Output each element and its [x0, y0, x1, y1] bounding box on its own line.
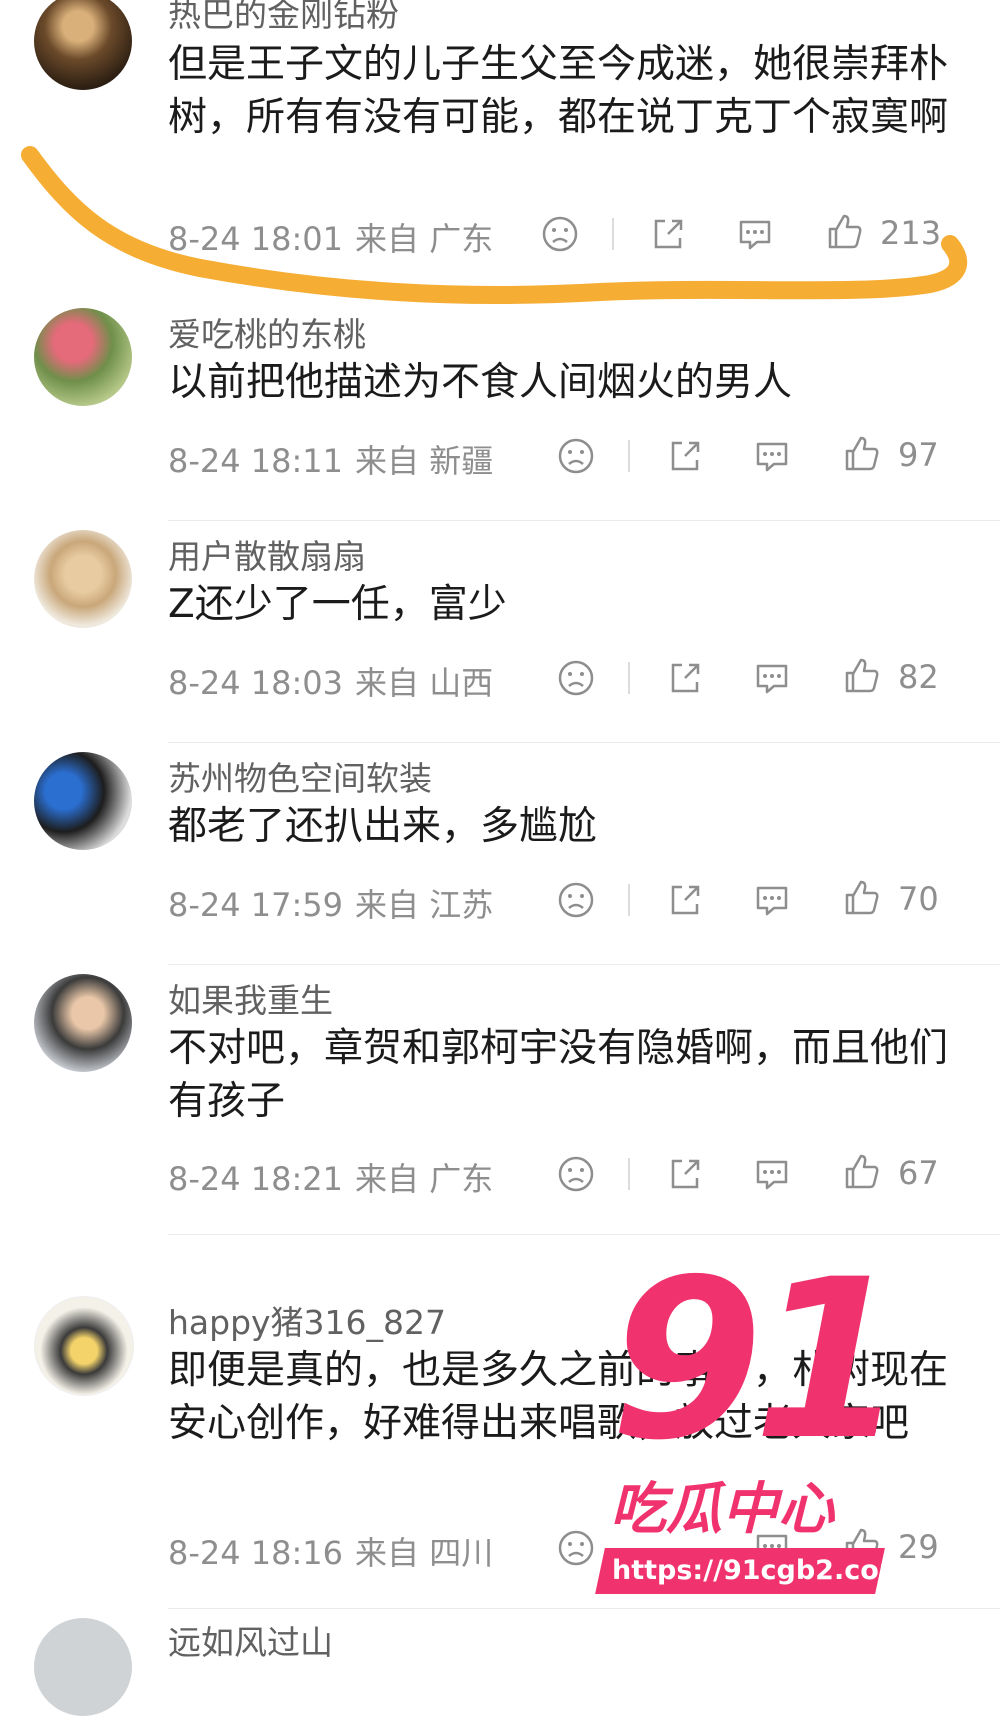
- comment-text: Z还少了一任，富少: [168, 582, 507, 627]
- comment-meta: 8-24 18:11 来自 新疆: [168, 436, 493, 482]
- dislike-icon[interactable]: [556, 436, 596, 476]
- dislike-icon[interactable]: [556, 658, 596, 698]
- comment-username[interactable]: 苏州物色空间软装: [168, 752, 432, 800]
- comment-username[interactable]: 如果我重生: [168, 974, 333, 1022]
- avatar[interactable]: [34, 752, 132, 850]
- comment-location: 来自 四川: [355, 1534, 494, 1572]
- like-count: 70: [898, 880, 939, 918]
- like-icon[interactable]: [842, 1152, 882, 1192]
- avatar[interactable]: [34, 530, 132, 628]
- comment-username[interactable]: 爱吃桃的东桃: [168, 308, 366, 356]
- divider: [168, 520, 1000, 521]
- watermark-number: 91: [610, 1232, 906, 1488]
- comment-meta: 8-24 18:21 来自 广东: [168, 1154, 493, 1200]
- like-icon[interactable]: [842, 434, 882, 474]
- like-count: 97: [898, 436, 939, 474]
- comment-location: 来自 广东: [355, 1160, 494, 1198]
- avatar[interactable]: [34, 974, 132, 1072]
- comment-meta: 8-24 18:16 来自 四川: [168, 1528, 493, 1574]
- reply-icon[interactable]: [752, 436, 792, 476]
- dislike-icon[interactable]: [556, 880, 596, 920]
- dislike-icon[interactable]: [556, 1154, 596, 1194]
- comment-text: 以前把他描述为不食人间烟火的男人: [168, 360, 793, 405]
- like-icon[interactable]: [842, 878, 882, 918]
- comment-text: 不对吧，章贺和郭柯宇没有隐婚啊，而且他们有孩子: [168, 1026, 949, 1124]
- watermark-title: 吃瓜中心: [610, 1477, 834, 1542]
- avatar[interactable]: [34, 1296, 134, 1396]
- comment-text: 都老了还扒出来，多尴尬: [168, 804, 598, 849]
- divider: [168, 742, 1000, 743]
- comment-date: 8-24 18:21: [168, 1160, 344, 1198]
- comment-date: 8-24 18:03: [168, 664, 344, 702]
- like-count: 82: [898, 658, 939, 696]
- comment-username[interactable]: 远如风过山: [168, 1616, 333, 1664]
- comment-username[interactable]: 用户散散扇扇: [168, 530, 366, 578]
- comment-meta: 8-24 18:03 来自 山西: [168, 658, 493, 704]
- comment-location: 来自 山西: [355, 664, 494, 702]
- avatar[interactable]: [34, 308, 132, 406]
- comment-date: 8-24 18:11: [168, 442, 344, 480]
- share-icon[interactable]: [665, 658, 705, 698]
- separator: [628, 1158, 630, 1190]
- comment-location: 来自 江苏: [355, 886, 494, 924]
- reply-icon[interactable]: [752, 880, 792, 920]
- highlight-stroke: [21, 146, 968, 304]
- like-icon[interactable]: [842, 656, 882, 696]
- separator: [628, 884, 630, 916]
- share-icon[interactable]: [665, 436, 705, 476]
- share-icon[interactable]: [665, 1154, 705, 1194]
- comment-date: 8-24 17:59: [168, 886, 344, 924]
- separator: [628, 662, 630, 694]
- separator: [628, 440, 630, 472]
- reply-icon[interactable]: [752, 658, 792, 698]
- share-icon[interactable]: [665, 880, 705, 920]
- comment-username[interactable]: happy猪316_827: [168, 1296, 446, 1344]
- comment-meta: 8-24 17:59 来自 江苏: [168, 880, 493, 926]
- comment-date: 8-24 18:16: [168, 1534, 344, 1572]
- watermark-url: https://91cgb2.com: [612, 1555, 907, 1586]
- divider: [168, 964, 1000, 965]
- comment-location: 来自 新疆: [355, 442, 494, 480]
- watermark: 91 吃瓜中心 https://91cgb2.com: [590, 1250, 907, 1610]
- avatar[interactable]: [34, 1618, 132, 1716]
- reply-icon[interactable]: [752, 1154, 792, 1194]
- like-count: 67: [898, 1154, 939, 1192]
